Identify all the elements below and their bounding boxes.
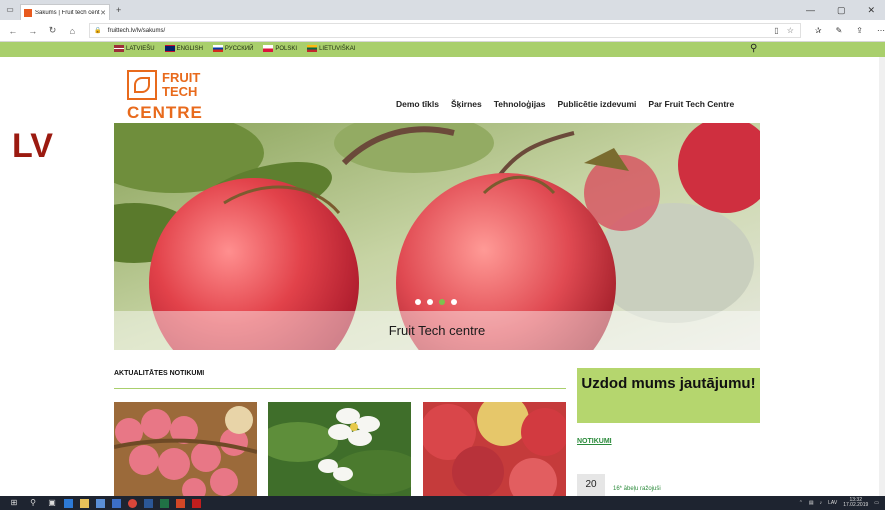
notifications-icon[interactable]: ⌃: [799, 500, 803, 506]
explorer-app-icon[interactable]: [80, 498, 89, 508]
back-icon[interactable]: ←: [6, 26, 20, 36]
window-menu-icon[interactable]: ▭: [4, 4, 16, 16]
task-view-icon[interactable]: ▣: [47, 498, 57, 508]
edge-app-icon[interactable]: [64, 498, 73, 508]
window-controls: — ▢ ✕: [806, 5, 875, 16]
lang-label: Latviešu: [126, 45, 155, 52]
news-heading: AKTUALITĀTES NOTIKUMI: [114, 370, 205, 377]
news-thumbnail-red-apples[interactable]: [423, 402, 566, 496]
system-clock[interactable]: 13:32 17.02.2019: [843, 498, 868, 508]
slider-dot-active[interactable]: [439, 299, 445, 305]
slider-dots: [415, 299, 457, 305]
tab-title: Sākums | Fruit tech centr: [35, 9, 101, 16]
tab-close-icon[interactable]: ✕: [100, 9, 106, 17]
ask-question-box[interactable]: Uzdod mums jautājumu!: [577, 368, 760, 423]
word-app-icon[interactable]: [144, 498, 153, 508]
browser-tab-bar: ▭ Sākums | Fruit tech centr ✕ + — ▢ ✕: [0, 0, 885, 20]
volume-icon[interactable]: ♪: [820, 500, 823, 506]
network-icon[interactable]: ▤: [809, 500, 814, 506]
news-divider: [114, 388, 566, 389]
url-text: fruittech.lv/lv/sakums/: [107, 27, 166, 34]
excel-app-icon[interactable]: [160, 498, 169, 508]
site-logo[interactable]: FRUIT TECH CENTRE: [127, 70, 217, 122]
flag-lv-icon: [114, 45, 124, 52]
system-tray: ⌃ ▤ ♪ LAV 13:32 17.02.2019 ▭: [799, 498, 879, 508]
flag-uk-icon: [164, 45, 175, 52]
forward-icon[interactable]: →: [26, 26, 40, 36]
slider-dot[interactable]: [427, 299, 433, 305]
lang-label: English: [176, 45, 203, 52]
share-icon[interactable]: ⇪: [856, 26, 863, 35]
favicon-icon: [24, 8, 32, 17]
logo-leaf-icon: [127, 70, 157, 100]
lang-latviesu[interactable]: Latviešu: [114, 45, 155, 52]
more-icon[interactable]: ⋯: [877, 26, 885, 35]
nav-demo-tikls[interactable]: Demo tīkls: [396, 99, 439, 109]
events-heading[interactable]: NOTIKUMI: [577, 438, 612, 445]
close-window-button[interactable]: ✕: [867, 5, 875, 16]
powerpoint-app-icon[interactable]: [176, 498, 185, 508]
lang-label: Polski: [275, 45, 298, 52]
action-center-icon[interactable]: ▭: [874, 500, 879, 506]
lang-russian[interactable]: Русский: [212, 45, 254, 52]
lock-icon: 🔒: [94, 28, 102, 34]
chrome-app-icon[interactable]: [128, 498, 137, 508]
new-tab-button[interactable]: +: [116, 5, 121, 15]
browser-tab[interactable]: Sākums | Fruit tech centr ✕: [20, 4, 110, 20]
language-bar: Latviešu English Русский Polski Lietuviš…: [0, 42, 885, 57]
apple-blossom-image: [268, 402, 411, 496]
logo-line-2: TECH: [162, 84, 198, 99]
maximize-button[interactable]: ▢: [837, 5, 846, 16]
minimize-button[interactable]: —: [806, 5, 815, 16]
favorites-icon[interactable]: ✰: [815, 26, 822, 35]
page-scrollbar[interactable]: [879, 57, 885, 496]
news-thumbnail-apples-basket[interactable]: [114, 402, 257, 496]
lang-english[interactable]: English: [164, 45, 203, 52]
nav-skirnes[interactable]: Šķirnes: [451, 99, 482, 109]
nav-publicetie-izdevumi[interactable]: Publicētie izdevumi: [558, 99, 637, 109]
red-apples-image: [423, 402, 566, 496]
refresh-icon[interactable]: ↻: [46, 25, 60, 36]
notes-icon[interactable]: ✎: [836, 26, 843, 35]
lang-label: Русский: [224, 45, 254, 52]
event-title: 16* ābeļu ražojuši: [613, 486, 661, 492]
lang-polish[interactable]: Polski: [263, 45, 297, 52]
flag-lt-icon: [307, 45, 318, 52]
main-navigation: Demo tīkls Šķirnes Tehnoloģijas Publicēt…: [396, 99, 734, 109]
apple-basket-image: [114, 402, 257, 496]
event-item[interactable]: 20 16* ābeļu ražojuši: [577, 474, 760, 496]
acrobat-app-icon[interactable]: [192, 498, 201, 508]
mail-app-icon[interactable]: [112, 498, 121, 508]
browser-tools: ✰ ✎ ⇪ ⋯: [815, 26, 885, 35]
nav-par-fruit-tech[interactable]: Par Fruit Tech Centre: [648, 99, 734, 109]
address-toolbar: ← → ↻ ⌂ 🔒 fruittech.lv/lv/sakums/ ▯ ☆ ✰ …: [0, 20, 885, 42]
screen: { "browser": { "tab_title": "Sākums | Fr…: [0, 0, 885, 510]
event-date: 20: [577, 474, 605, 496]
news-thumbnail-blossom[interactable]: [268, 402, 411, 496]
flag-pl-icon: [263, 45, 274, 52]
logo-line-3: CENTRE: [127, 103, 203, 122]
reading-view-icon[interactable]: ▯: [774, 26, 778, 35]
keyboard-language[interactable]: LAV: [828, 500, 837, 506]
slider-dot[interactable]: [415, 299, 421, 305]
url-field[interactable]: 🔒 fruittech.lv/lv/sakums/ ▯ ☆: [89, 23, 801, 38]
search-icon[interactable]: ⚲: [750, 43, 757, 54]
start-icon[interactable]: ⊞: [9, 498, 19, 508]
nav-tehnologijas[interactable]: Tehnoloģijas: [494, 99, 546, 109]
slider-dot[interactable]: [451, 299, 457, 305]
windows-taskbar: ⊞ ⚲ ▣ ⌃ ▤ ♪ LAV 13:32 17.02.2019 ▭: [0, 496, 885, 510]
search-taskbar-icon[interactable]: ⚲: [28, 498, 38, 508]
logo-line-1: FRUIT: [162, 70, 201, 85]
language-list: Latviešu English Русский Polski Lietuviš…: [114, 45, 355, 52]
clock-date: 17.02.2019: [843, 502, 869, 508]
flag-ru-icon: [212, 45, 223, 52]
lang-lithuanian[interactable]: Lietuviškai: [307, 45, 355, 52]
hero-slider[interactable]: Fruit Tech centre: [114, 123, 760, 350]
favorite-star-icon[interactable]: ☆: [787, 26, 794, 35]
language-side-label: LV: [12, 127, 53, 165]
home-icon[interactable]: ⌂: [65, 26, 79, 36]
hero-caption: Fruit Tech centre: [114, 311, 760, 350]
lang-label: Lietuviškai: [319, 45, 356, 52]
store-app-icon[interactable]: [96, 498, 105, 508]
